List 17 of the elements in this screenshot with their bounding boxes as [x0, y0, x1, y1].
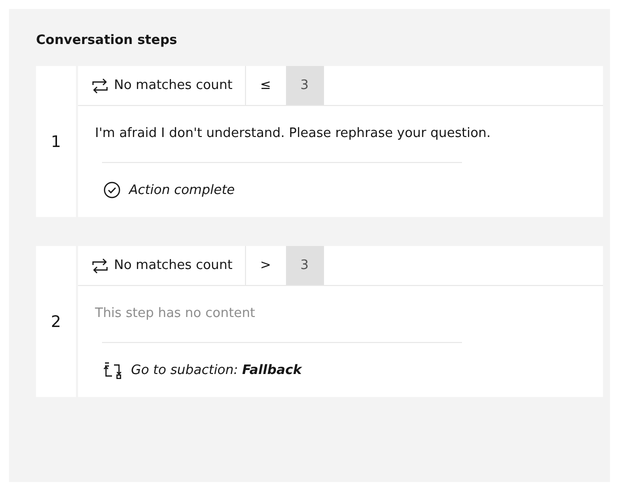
- condition-operator[interactable]: ≤: [246, 66, 286, 105]
- condition-variable[interactable]: No matches count: [78, 246, 246, 285]
- condition-value[interactable]: 3: [286, 246, 324, 285]
- step-number: 2: [36, 246, 78, 397]
- step-message: I'm afraid I don't understand. Please rephrase your question.: [95, 125, 492, 143]
- condition-variable[interactable]: No matches count: [78, 66, 246, 105]
- step-end-action: Go to subaction: Fallback: [131, 362, 302, 378]
- condition-operator[interactable]: >: [246, 246, 286, 285]
- check-circle-icon: [103, 181, 121, 199]
- step-end-action: Action complete: [129, 182, 235, 198]
- section-title: Conversation steps: [36, 33, 178, 48]
- subaction-icon: [103, 361, 123, 379]
- repeat-icon: [91, 256, 109, 274]
- empty-content-text: This step has no content: [95, 305, 256, 323]
- repeat-icon: [91, 76, 109, 94]
- condition-value[interactable]: 3: [286, 66, 324, 105]
- step-number: 1: [36, 66, 78, 217]
